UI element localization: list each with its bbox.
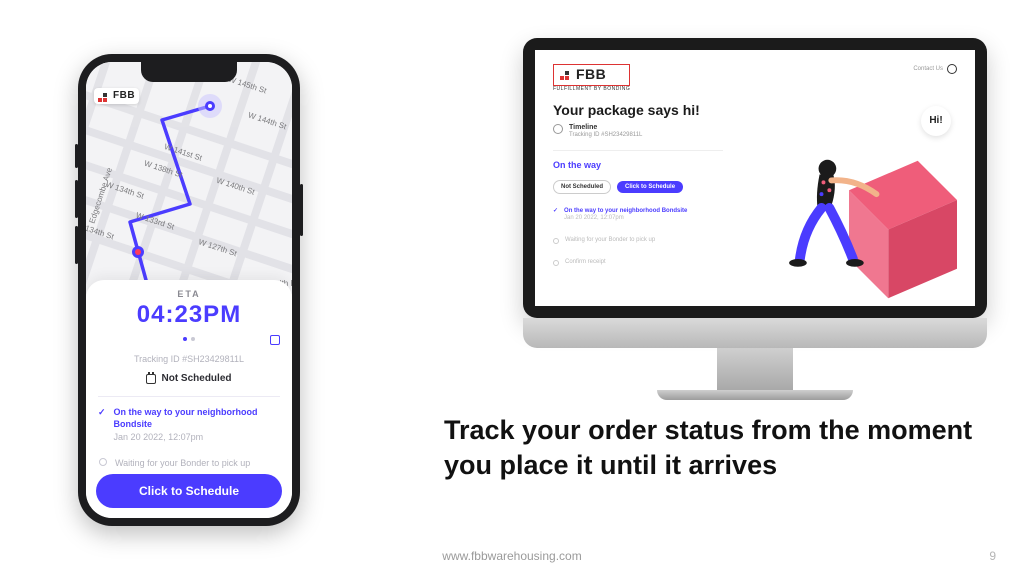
calendar-icon xyxy=(146,374,156,384)
pending-icon xyxy=(553,260,559,266)
fbb-wordmark: FBB xyxy=(113,91,135,101)
timeline-step: Waiting for your Bonder to pick up xyxy=(553,237,723,245)
timeline-step: ✓ On the way to your neighborhood Bondsi… xyxy=(553,208,723,224)
fbb-logo: FBB FULFILLMENT BY BONDING xyxy=(553,64,630,92)
slide-headline: Track your order status from the moment … xyxy=(444,413,984,483)
pending-icon xyxy=(99,458,107,466)
eta-time: 04:23PM xyxy=(137,303,241,327)
imac-foot xyxy=(657,390,853,400)
divider xyxy=(553,150,723,151)
timeline-summary: TimelineTracking ID #SH23429811L xyxy=(553,124,723,140)
fbb-logo-chip: FBB xyxy=(94,88,139,104)
page-title: Your package says hi! xyxy=(553,102,723,118)
timeline-step: ✓ On the way to your neighborhood Bondsi… xyxy=(98,407,280,444)
illustration: Hi! xyxy=(741,102,957,306)
phone-screen: W 145th St W 144th St W 141st St W 138th… xyxy=(86,62,292,518)
schedule-button[interactable]: Click to Schedule xyxy=(96,474,282,508)
tracking-id: Tracking ID #SH23429811L xyxy=(134,355,244,364)
phone-side-button xyxy=(75,180,78,218)
calendar-icon[interactable] xyxy=(270,335,280,345)
imac-chin xyxy=(523,318,987,348)
phone-side-button xyxy=(75,226,78,264)
contact-link[interactable]: Contact Us xyxy=(913,64,957,74)
step-date: Jan 20 2022, 12:07pm xyxy=(114,432,280,444)
timeline-step: Confirm receipt xyxy=(553,259,723,267)
footer-url: www.fbbwarehousing.com xyxy=(0,550,1024,562)
step-title: On the way to your neighborhood Bondsite xyxy=(114,407,280,430)
pending-icon xyxy=(553,238,559,244)
fbb-mark-icon xyxy=(98,90,110,102)
divider xyxy=(98,396,280,397)
step-title: Waiting for your Bonder to pick up xyxy=(115,458,250,470)
hi-bubble: Hi! xyxy=(921,106,951,136)
clock-icon xyxy=(553,124,563,134)
svg-text:W 144th St: W 144th St xyxy=(247,110,288,131)
page-number: 9 xyxy=(989,550,996,562)
imac-mockup: FBB FULFILLMENT BY BONDING Contact Us Yo… xyxy=(523,38,987,400)
map-area[interactable]: W 145th St W 144th St W 141st St W 138th… xyxy=(86,62,292,294)
imac-neck xyxy=(717,348,793,390)
phone-notch xyxy=(141,62,237,82)
status-chip: Not Scheduled xyxy=(553,180,611,194)
schedule-button[interactable]: Click to Schedule xyxy=(617,181,683,193)
timeline-step: Waiting for your Bonder to pick up xyxy=(98,458,280,470)
section-heading: On the way xyxy=(553,161,723,170)
page-dots xyxy=(98,337,280,341)
user-icon xyxy=(947,64,957,74)
eta-label: ETA xyxy=(177,290,200,299)
check-icon: ✓ xyxy=(553,208,558,216)
schedule-status: Not Scheduled xyxy=(146,374,231,384)
tracking-sheet: ETA 04:23PM Tracking ID #SH23429811L Not… xyxy=(86,280,292,518)
check-icon: ✓ xyxy=(98,407,106,444)
fbb-mark-icon xyxy=(560,68,572,80)
phone-mockup: W 145th St W 144th St W 141st St W 138th… xyxy=(78,54,300,526)
phone-side-button xyxy=(75,144,78,168)
desktop-screen: FBB FULFILLMENT BY BONDING Contact Us Yo… xyxy=(535,50,975,306)
phone-side-button xyxy=(300,184,303,236)
